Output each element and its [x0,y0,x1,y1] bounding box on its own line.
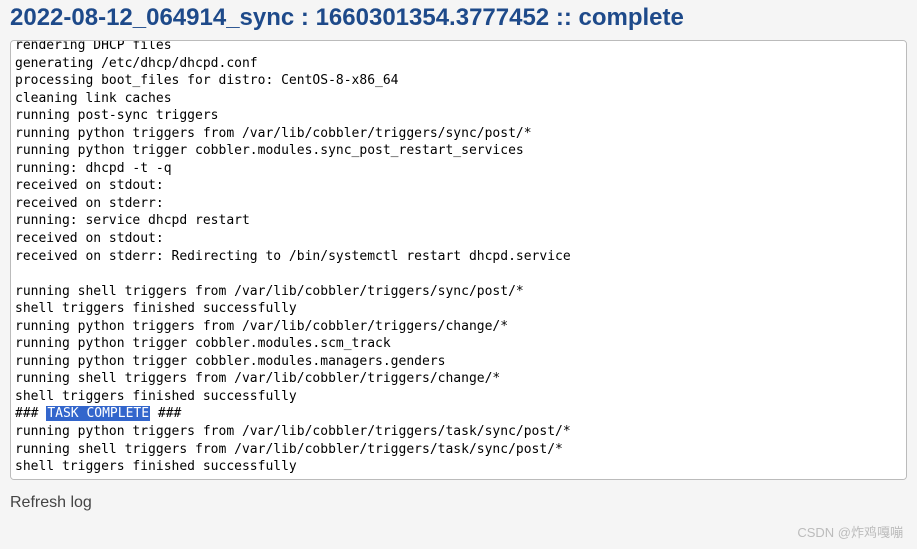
log-line: received on stdout: [15,230,902,248]
task-complete-line: ### TASK COMPLETE ### [15,405,902,423]
log-line: received on stderr: [15,195,902,213]
log-line: shell triggers finished successfully [15,300,902,318]
task-complete-highlight: TASK COMPLETE [46,406,150,421]
log-line: running shell triggers from /var/lib/cob… [15,283,902,301]
watermark-text: CSDN @炸鸡嘎嘣 [797,522,903,541]
log-line: rendering DHCP files [15,40,902,55]
page-title: 2022-08-12_064914_sync : 1660301354.3777… [0,0,917,40]
log-line: generating /etc/dhcp/dhcpd.conf [15,55,902,73]
log-line: cleaning link caches [15,90,902,108]
task-complete-prefix: ### [15,406,46,421]
log-line: running python triggers from /var/lib/co… [15,125,902,143]
log-output[interactable]: rendering DHCP filesgenerating /etc/dhcp… [10,40,907,480]
log-line: running python trigger cobbler.modules.s… [15,142,902,160]
log-line: running: service dhcpd restart [15,212,902,230]
task-complete-suffix: ### [150,406,181,421]
log-line: running post-sync triggers [15,107,902,125]
log-line: received on stdout: [15,177,902,195]
log-line [15,265,902,283]
log-line: received on stderr: Redirecting to /bin/… [15,248,902,266]
refresh-log-button[interactable]: Refresh log [0,480,102,522]
log-line: running python triggers from /var/lib/co… [15,423,902,441]
log-line: processing boot_files for distro: CentOS… [15,72,902,90]
log-line: shell triggers finished successfully [15,388,902,406]
log-line: running python triggers from /var/lib/co… [15,318,902,336]
log-line: running shell triggers from /var/lib/cob… [15,370,902,388]
log-line: running python trigger cobbler.modules.s… [15,335,902,353]
log-line: running shell triggers from /var/lib/cob… [15,441,902,459]
log-line: running python trigger cobbler.modules.m… [15,353,902,371]
log-line: running: dhcpd -t -q [15,160,902,178]
log-line: shell triggers finished successfully [15,458,902,476]
